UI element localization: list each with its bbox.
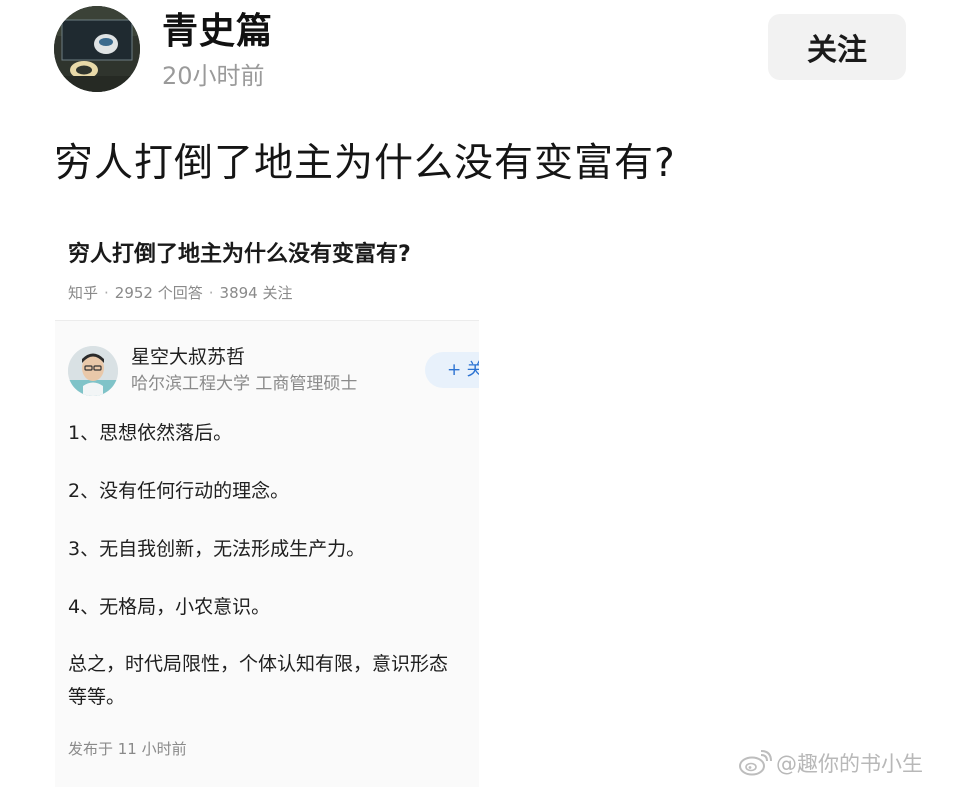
- embedded-screenshot[interactable]: 穷人打倒了地主为什么没有变富有? 知乎 · 2952 个回答 · 3894 关注 星空大…: [55, 222, 479, 787]
- embed-source: 知乎: [68, 284, 99, 302]
- author-name[interactable]: 青史篇: [162, 10, 273, 54]
- answer-summary-line-2: 等等。: [68, 686, 126, 708]
- answerer-name: 星空大叔苏哲: [131, 346, 246, 368]
- answerer-bio: 哈尔滨工程大学 工商管理硕士: [131, 374, 358, 394]
- answer-point-4: 4、无格局，小农意识。: [68, 596, 271, 618]
- embed-question-meta: 知乎 · 2952 个回答 · 3894 关注: [68, 284, 293, 302]
- answer-point-1: 1、思想依然落后。: [68, 422, 233, 444]
- embed-follow-button: + 关: [425, 352, 479, 388]
- watermark-text: @趣你的书小生: [776, 752, 923, 776]
- answerer-avatar: [68, 346, 118, 396]
- answer-point-3: 3、无自我创新，无法形成生产力。: [68, 538, 366, 560]
- author-avatar[interactable]: [54, 6, 140, 92]
- post-title: 穷人打倒了地主为什么没有变富有?: [54, 141, 676, 186]
- weibo-icon: [739, 750, 772, 776]
- answer-summary-line-1: 总之，时代局限性，个体认知有限，意识形态: [68, 653, 449, 675]
- watermark: @趣你的书小生: [738, 748, 923, 778]
- embed-question-title: 穷人打倒了地主为什么没有变富有?: [68, 242, 411, 267]
- post-timestamp: 20小时前: [162, 62, 265, 90]
- follow-button[interactable]: 关注: [768, 14, 906, 80]
- embed-publish-time: 发布于 11 小时前: [68, 740, 187, 758]
- embed-question-header: 穷人打倒了地主为什么没有变富有? 知乎 · 2952 个回答 · 3894 关注: [55, 222, 479, 321]
- answer-point-2: 2、没有任何行动的理念。: [68, 480, 290, 502]
- embed-followers-count: 3894 关注: [219, 284, 293, 302]
- embed-answers-count: 2952 个回答: [114, 284, 203, 302]
